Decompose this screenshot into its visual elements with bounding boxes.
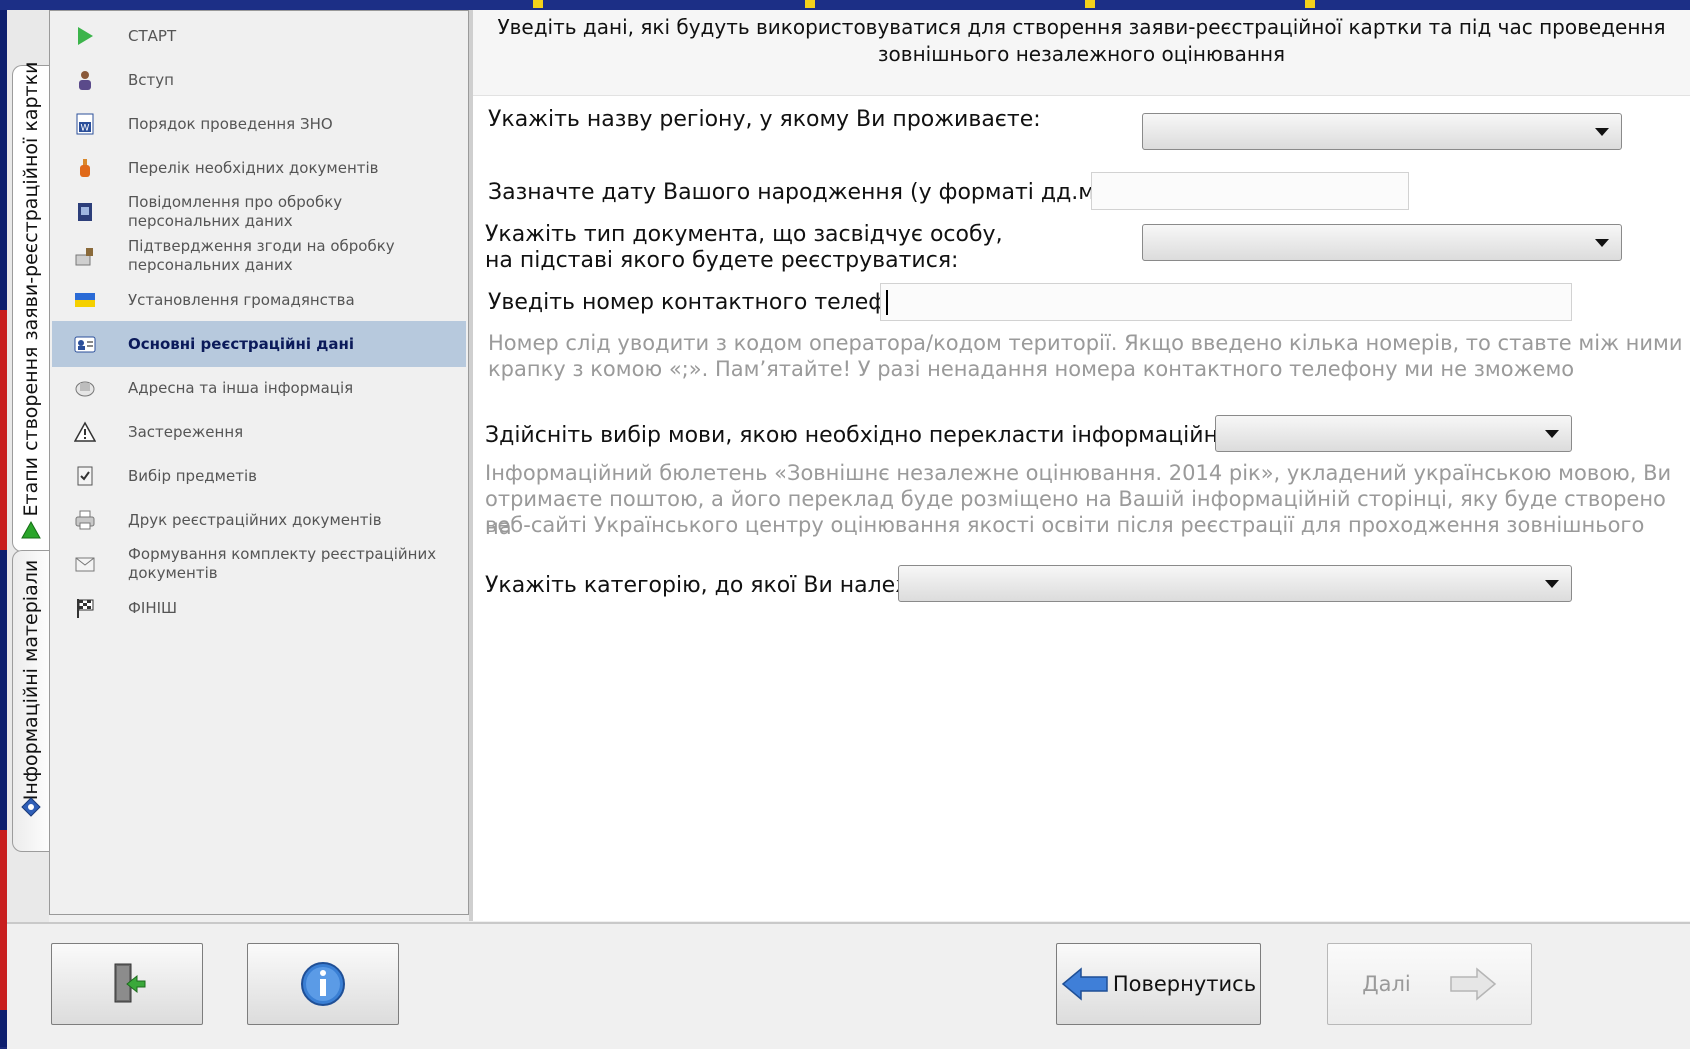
book-icon <box>78 203 92 221</box>
back-button-label: Повернутись <box>1112 972 1257 996</box>
side-tabs: Етапи створення заяви-реєстраційної карт… <box>7 10 49 922</box>
desktop-top-strip <box>0 0 1690 10</box>
registration-form: Уведіть дані, які будуть використовувати… <box>469 10 1690 921</box>
edge-decoration <box>0 310 7 550</box>
strip-marker <box>805 0 815 8</box>
warning-icon <box>74 421 96 442</box>
step-personal-data-notice[interactable]: Повідомлення про обробку персональних да… <box>52 189 466 235</box>
step-label: Основні реєстраційні дані <box>128 334 355 353</box>
exit-door-icon <box>114 963 146 1003</box>
edge-decoration <box>0 830 7 1010</box>
chevron-down-icon <box>1545 430 1559 438</box>
category-label: Укажіть категорію, до якої Ви належите: <box>485 573 964 598</box>
step-label: Установлення громадянства <box>128 290 355 309</box>
printer-icon <box>75 510 95 530</box>
step-consent[interactable]: Підтвердження згоди на обробку персональ… <box>52 233 466 279</box>
info-button[interactable] <box>247 943 399 1025</box>
exit-button[interactable] <box>51 943 203 1025</box>
form-header: Уведіть дані, які будуть використовувати… <box>473 10 1690 96</box>
region-label: Укажіть назву регіону, у якому Ви прожив… <box>488 107 1041 132</box>
id-card-icon <box>74 336 96 353</box>
step-intro[interactable]: Вступ <box>52 57 466 103</box>
steps-panel: СТАРТ Вступ W Порядок проведення ЗНО Пер… <box>49 10 469 915</box>
tab-info-materials[interactable]: Інформаційні матеріали <box>12 550 49 852</box>
checklist-icon <box>77 466 93 486</box>
step-warnings[interactable]: Застереження <box>52 409 466 455</box>
chevron-down-icon <box>1545 580 1559 588</box>
step-finish[interactable]: ФІНІШ <box>52 585 466 631</box>
address-book-icon <box>75 381 95 397</box>
step-label: Порядок проведення ЗНО <box>128 114 333 133</box>
phone-hint-line2: крапку з комою «;». Пам’ятайте! У разі н… <box>488 357 1575 381</box>
step-label: ФІНІШ <box>128 598 178 617</box>
diamond-icon <box>21 797 41 817</box>
checkered-flag-icon <box>77 599 94 618</box>
chevron-down-icon <box>1595 128 1609 136</box>
step-label: Перелік необхідних документів <box>128 158 379 177</box>
phone-input[interactable] <box>880 283 1572 321</box>
step-citizenship[interactable]: Установлення громадянства <box>52 277 466 323</box>
step-label: Повідомлення про обробку персональних да… <box>128 193 343 230</box>
doc-type-label-line1: Укажіть тип документа, що засвідчує особ… <box>485 222 1003 247</box>
svg-text:W: W <box>81 124 90 134</box>
category-select[interactable] <box>898 565 1572 602</box>
back-button[interactable]: Повернутись <box>1056 943 1261 1025</box>
application-window: Етапи створення заяви-реєстраційної карт… <box>7 10 1690 1049</box>
phone-hint-line1: Номер слід уводити з кодом оператора/код… <box>488 331 1683 355</box>
bottom-toolbar: Повернутись Далі <box>7 922 1690 1049</box>
envelope-icon <box>75 557 95 572</box>
birthdate-input[interactable] <box>1091 172 1409 210</box>
region-select[interactable] <box>1142 113 1622 150</box>
strip-marker <box>533 0 543 8</box>
desktop-left-edge <box>0 10 7 1047</box>
language-select[interactable] <box>1215 415 1572 452</box>
step-label: Вступ <box>128 70 174 89</box>
step-label: Друк реєстраційних документів <box>128 510 382 529</box>
birthdate-label: Зазначте дату Вашого народження (у форма… <box>488 180 1191 205</box>
step-label: Адресна та інша інформація <box>128 378 354 397</box>
step-documents-list[interactable]: Перелік необхідних документів <box>52 145 466 191</box>
step-label: Застереження <box>128 422 244 441</box>
step-address[interactable]: Адресна та інша інформація <box>52 365 466 411</box>
doc-type-label-line2: на підставі якого будете реєструватися: <box>485 248 959 273</box>
tab-registration-stages-label: Етапи створення заяви-реєстраційної карт… <box>20 61 42 517</box>
tab-info-materials-label: Інформаційні матеріали <box>20 559 42 801</box>
step-procedure[interactable]: W Порядок проведення ЗНО <box>52 101 466 147</box>
strip-marker <box>1305 0 1315 8</box>
step-label: Підтвердження згоди на обробку персональ… <box>128 237 395 274</box>
stamp-icon <box>75 248 93 266</box>
info-icon <box>301 962 345 1006</box>
triangle-up-icon <box>21 520 41 539</box>
step-label: Вибір предметів <box>128 466 257 485</box>
arrow-left-icon <box>1061 967 1108 1001</box>
step-start[interactable]: СТАРТ <box>52 13 466 59</box>
step-label: Формування комплекту реєстраційних докум… <box>128 545 437 582</box>
chevron-down-icon <box>1595 239 1609 247</box>
phone-label: Уведіть номер контактного телефону: <box>488 290 936 315</box>
next-button-label: Далі <box>1362 972 1411 996</box>
language-hint-line1: Інформаційний бюлетень «Зовнішнє незалеж… <box>485 461 1672 485</box>
next-button[interactable]: Далі <box>1327 943 1532 1025</box>
word-document-icon: W <box>76 113 94 135</box>
arrow-right-icon <box>1450 967 1496 1001</box>
step-document-set[interactable]: Формування комплекту реєстраційних докум… <box>52 541 466 587</box>
step-print-documents[interactable]: Друк реєстраційних документів <box>52 497 466 543</box>
step-label: СТАРТ <box>128 26 177 45</box>
doc-type-select[interactable] <box>1142 224 1622 261</box>
flag-icon <box>75 293 95 307</box>
text-cursor <box>886 290 888 315</box>
person-icon <box>79 71 91 90</box>
language-hint-line3: веб-сайті Українського центру оцінювання… <box>485 513 1645 537</box>
step-subject-selection[interactable]: Вибір предметів <box>52 453 466 499</box>
tab-registration-stages[interactable]: Етапи створення заяви-реєстраційної карт… <box>12 61 49 552</box>
step-main-registration-data[interactable]: Основні реєстраційні дані <box>52 321 466 367</box>
play-icon <box>78 27 93 45</box>
bottle-icon <box>80 159 90 177</box>
strip-marker <box>1085 0 1095 8</box>
